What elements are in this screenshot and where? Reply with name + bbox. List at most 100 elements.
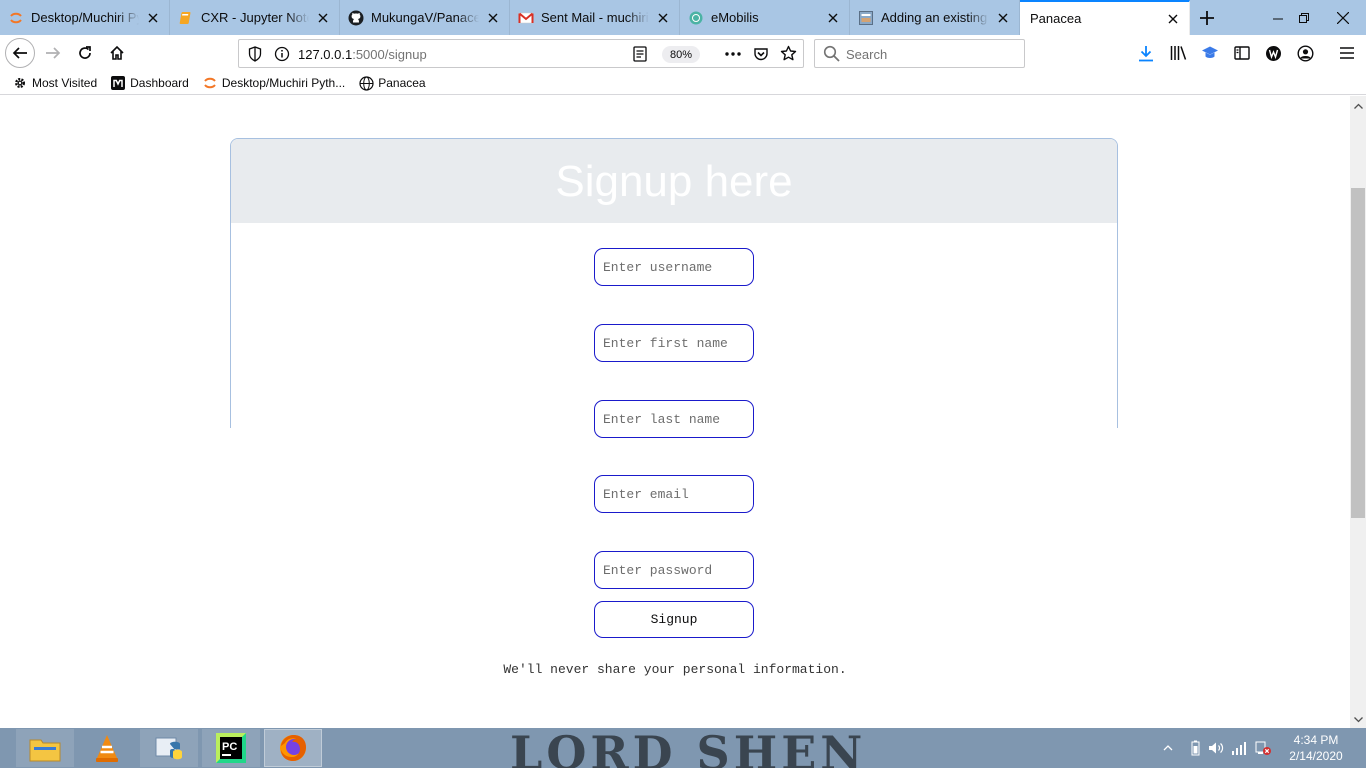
pycharm-taskbar-button[interactable]: PC (202, 729, 260, 767)
first-name-input[interactable] (594, 324, 754, 362)
bookmark-dashboard[interactable]: Dashboard (110, 75, 189, 91)
url-text[interactable]: 127.0.0.1:5000/signup (298, 47, 427, 62)
zoom-level-badge[interactable]: 80% (662, 46, 700, 63)
taskbar: LORD SHEN PC 4:34 PM 2/14/2020 (0, 728, 1366, 768)
network-signal-icon[interactable] (1230, 728, 1248, 768)
close-icon[interactable] (485, 10, 501, 26)
signup-card-header: Signup here (231, 139, 1117, 223)
python-taskbar-button[interactable] (140, 729, 198, 767)
bookmark-label: Dashboard (130, 76, 189, 90)
graduation-cap-icon[interactable] (1201, 45, 1219, 64)
tab-github-panacea[interactable]: MukungaV/Panacea (340, 0, 510, 35)
forward-arrow-icon (46, 47, 61, 59)
file-explorer-taskbar-button[interactable] (16, 729, 74, 767)
notebook-icon (178, 10, 194, 26)
page-icon (858, 10, 874, 26)
url-bar[interactable]: 127.0.0.1:5000/signup 80% (238, 39, 804, 68)
firefox-taskbar-button[interactable] (264, 729, 322, 767)
github-icon (348, 10, 364, 26)
home-icon (110, 45, 124, 60)
bookmark-most-visited[interactable]: Most Visited (12, 75, 97, 91)
library-icon[interactable] (1170, 45, 1188, 64)
close-icon[interactable] (655, 10, 671, 26)
menu-icon[interactable] (1339, 46, 1355, 63)
reload-icon (79, 46, 91, 59)
forward-button[interactable] (38, 38, 68, 68)
last-name-input[interactable] (594, 400, 754, 438)
search-icon (823, 45, 840, 65)
svg-text:PC: PC (222, 741, 237, 753)
clock-time: 4:34 PM (1293, 733, 1339, 747)
username-input[interactable] (594, 248, 754, 286)
jupyter-icon (202, 75, 218, 91)
vlc-icon (96, 735, 118, 762)
clock-date: 2/14/2020 (1289, 749, 1343, 763)
python-icon (155, 737, 182, 760)
tab-desktop-muchiri[interactable]: Desktop/Muchiri Pyt (0, 0, 170, 35)
back-arrow-icon (12, 47, 27, 59)
search-bar[interactable]: Search (814, 39, 1025, 68)
close-icon[interactable] (145, 10, 161, 26)
m-logo-icon (110, 75, 126, 91)
close-icon[interactable] (315, 10, 331, 26)
bookmark-desktop-muchiri[interactable]: Desktop/Muchiri Pyth... (202, 75, 345, 91)
plus-icon (1200, 10, 1214, 25)
account-icon[interactable] (1297, 45, 1314, 65)
url-host: 127.0.0.1 (298, 47, 353, 62)
navigation-toolbar: 127.0.0.1:5000/signup 80% Search (0, 35, 1366, 72)
window-close-button[interactable] (1320, 0, 1366, 35)
close-icon (1337, 11, 1349, 24)
scrollbar-thumb[interactable] (1351, 188, 1365, 518)
bookmarks-toolbar: Most Visited Dashboard Desktop/Muchiri P… (0, 72, 1366, 95)
bookmark-star-icon[interactable] (780, 45, 797, 65)
gear-icon (12, 75, 28, 91)
close-icon[interactable] (1165, 11, 1181, 27)
info-icon[interactable] (274, 46, 290, 65)
globe-icon (358, 75, 374, 91)
back-button[interactable] (5, 38, 35, 68)
privacy-note: We'll never share your personal informat… (503, 662, 847, 677)
chevron-up-icon (1163, 745, 1173, 751)
system-clock[interactable]: 4:34 PM 2/14/2020 (1276, 732, 1356, 764)
pocket-icon[interactable] (753, 46, 769, 65)
tab-cxr-jupyter[interactable]: CXR - Jupyter Noteb (170, 0, 340, 35)
tab-emobilis[interactable]: eMobilis (680, 0, 850, 35)
tab-strip: Desktop/Muchiri Pyt CXR - Jupyter Noteb … (0, 0, 1366, 35)
restore-icon (1299, 12, 1309, 23)
tab-title: eMobilis (711, 10, 759, 25)
tab-title: Desktop/Muchiri Pyt (31, 10, 139, 25)
email-input[interactable] (594, 475, 754, 513)
scroll-up-arrow-icon[interactable] (1350, 97, 1366, 114)
gmail-icon (518, 10, 534, 26)
tab-title: Adding an existing p (881, 10, 989, 25)
jupyter-icon (8, 10, 24, 26)
bookmark-panacea[interactable]: Panacea (358, 75, 426, 91)
close-icon[interactable] (995, 10, 1011, 26)
tab-adding-existing[interactable]: Adding an existing p (850, 0, 1020, 35)
password-input[interactable] (594, 551, 754, 589)
battery-icon[interactable] (1187, 728, 1203, 768)
network-error-icon[interactable] (1254, 728, 1272, 768)
signup-button[interactable]: Signup (594, 601, 754, 638)
search-placeholder: Search (846, 47, 888, 62)
show-hidden-icons-button[interactable] (1160, 728, 1176, 768)
tracking-shield-icon[interactable] (248, 46, 262, 65)
tab-panacea[interactable]: Panacea (1020, 0, 1190, 35)
extension-icon[interactable] (1265, 45, 1282, 65)
sidebar-icon[interactable] (1234, 45, 1250, 64)
bookmark-label: Desktop/Muchiri Pyth... (221, 76, 346, 90)
reload-button[interactable] (70, 38, 100, 68)
home-button[interactable] (102, 38, 132, 68)
url-path: :5000/signup (352, 47, 427, 62)
new-tab-button[interactable] (1190, 0, 1224, 35)
reader-view-icon[interactable] (633, 46, 647, 65)
scroll-down-arrow-icon[interactable] (1350, 711, 1366, 728)
tab-title: Panacea (1030, 11, 1082, 26)
tab-sent-mail[interactable]: Sent Mail - muchiriv (510, 0, 680, 35)
downloads-icon[interactable] (1138, 45, 1154, 65)
page-actions-icon[interactable] (724, 46, 742, 65)
volume-icon[interactable] (1207, 728, 1225, 768)
close-icon[interactable] (825, 10, 841, 26)
vlc-taskbar-button[interactable] (78, 729, 136, 767)
pycharm-icon: PC (216, 733, 246, 763)
